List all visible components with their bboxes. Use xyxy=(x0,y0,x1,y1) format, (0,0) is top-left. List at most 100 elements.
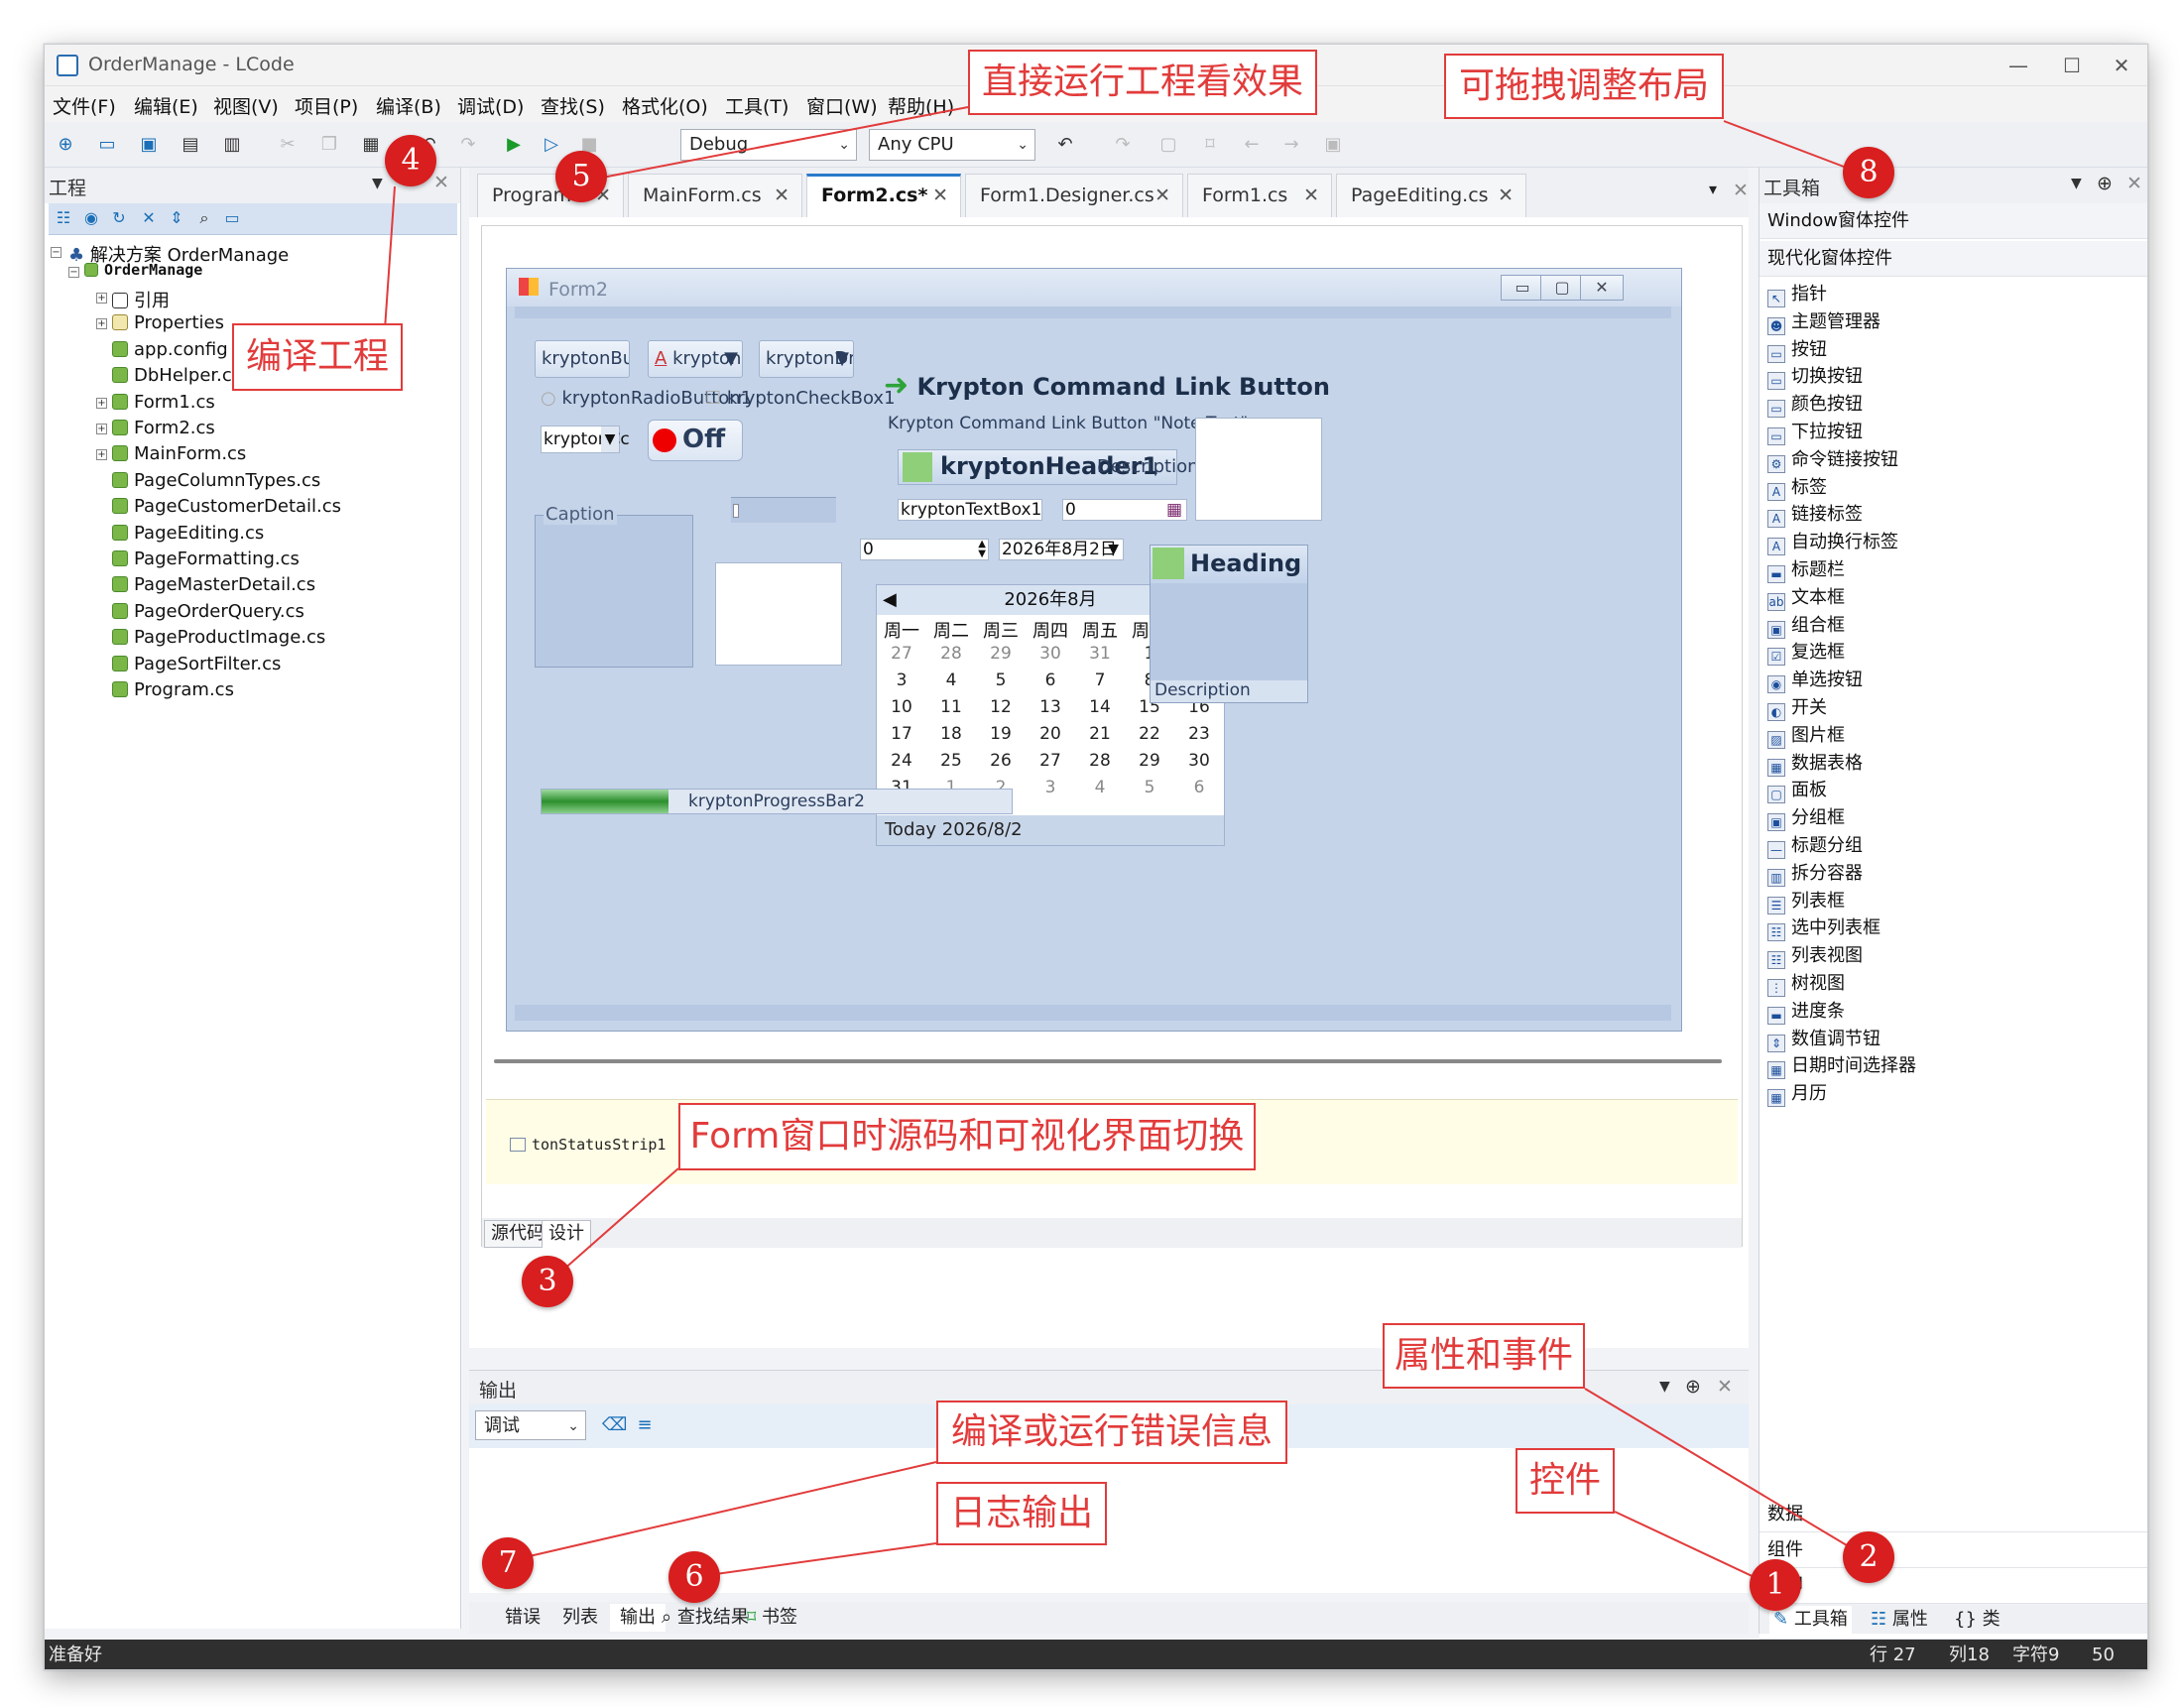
platform-dropdown[interactable]: Any CPU ⌄ xyxy=(869,129,1035,161)
tree-item[interactable]: PageCustomerDetail.cs xyxy=(112,496,341,522)
expand-toggle-icon[interactable]: + xyxy=(96,318,107,330)
navigate-back-icon[interactable]: ↶ xyxy=(1054,134,1076,156)
expand-icon[interactable]: ⇕ xyxy=(166,207,187,229)
calendar-day[interactable]: 29 xyxy=(976,641,1026,668)
calendar-day[interactable]: 26 xyxy=(976,748,1026,775)
comment-icon[interactable]: ▢ xyxy=(1157,134,1179,156)
close-icon[interactable]: ✕ xyxy=(1303,175,1319,216)
toolbox-item[interactable]: ▭ 颜色按钮 xyxy=(1767,391,1863,419)
toolbox-item[interactable]: ⇕ 数值调节钮 xyxy=(1767,1026,1881,1053)
tree-item[interactable]: PageProductImage.cs xyxy=(112,627,325,653)
save-icon[interactable]: ▤ xyxy=(180,134,201,156)
menu-tools[interactable]: 工具(T) xyxy=(725,92,789,119)
calendar-day[interactable]: 6 xyxy=(1174,775,1224,801)
tab-design[interactable]: 设计 xyxy=(542,1220,591,1248)
save-all-icon[interactable]: ▥ xyxy=(221,134,243,156)
debug-run-icon[interactable]: ▷ xyxy=(541,134,562,156)
calendar-day[interactable]: 4 xyxy=(1075,775,1125,801)
toolbox-item[interactable]: ◐ 开关 xyxy=(1767,694,1827,722)
calendar-day[interactable]: 14 xyxy=(1075,694,1125,721)
calendar-day[interactable]: 22 xyxy=(1125,721,1174,748)
krypton-header[interactable]: kryptonHeader1 Description xyxy=(898,449,1199,485)
paste-icon[interactable]: ▦ xyxy=(360,134,382,156)
prev-month-icon[interactable]: ◀ xyxy=(883,585,897,615)
form2-window[interactable]: Form2 ▭ ▢ ✕ kryptonButto... A krypton...… xyxy=(506,268,1682,1032)
run-icon[interactable]: ▶ xyxy=(503,134,525,156)
maximize-button[interactable]: ▢ xyxy=(1540,275,1584,301)
krypton-color-button[interactable]: A krypton...▼ xyxy=(648,340,743,378)
krypton-datetimepicker[interactable]: 2026年8月2日 ▼ xyxy=(999,539,1124,560)
calendar-day[interactable]: 5 xyxy=(1125,775,1174,801)
panel-menu-icon[interactable]: ▼ xyxy=(2071,176,2082,191)
show-all-icon[interactable]: ◉ xyxy=(80,207,102,229)
tree-item[interactable]: Program.cs xyxy=(112,679,234,705)
tree-item[interactable]: PageEditing.cs xyxy=(112,523,264,549)
toolbox-item[interactable]: ▨ 图片框 xyxy=(1767,722,1845,750)
menu-window[interactable]: 窗口(W) xyxy=(806,92,878,119)
open-project-icon[interactable]: ▣ xyxy=(138,134,160,156)
menu-build[interactable]: 编译(B) xyxy=(376,92,441,119)
close-icon[interactable]: ✕ xyxy=(1154,175,1170,216)
toolbox-item[interactable]: ☑ 复选框 xyxy=(1767,639,1845,667)
krypton-panel[interactable] xyxy=(715,562,842,666)
properties-icon[interactable]: ☷ xyxy=(53,207,74,229)
menu-find[interactable]: 查找(S) xyxy=(541,92,605,119)
calendar-day[interactable]: 3 xyxy=(877,668,926,694)
minimize-button[interactable]: — xyxy=(1991,49,2046,82)
toolbox-item[interactable]: ☷ 列表视图 xyxy=(1767,942,1863,970)
calendar-day[interactable]: 27 xyxy=(1026,748,1075,775)
toolbox-item[interactable]: ▦ 数据表格 xyxy=(1767,750,1863,778)
toolbox-item[interactable]: ▣ 分组框 xyxy=(1767,804,1845,832)
krypton-group-box[interactable]: Caption xyxy=(535,504,693,668)
krypton-richtextbox[interactable] xyxy=(1195,418,1322,521)
output-source-dropdown[interactable]: 调试 ⌄ xyxy=(475,1410,586,1440)
calendar-day[interactable]: 24 xyxy=(877,748,926,775)
toolbox-item[interactable]: ▥ 拆分容器 xyxy=(1767,860,1863,888)
tree-item[interactable]: DbHelper.cs xyxy=(112,365,241,391)
tab-errors[interactable]: 错误 xyxy=(505,1604,541,1632)
tab-bookmarks[interactable]: ⌑ 书签 xyxy=(747,1604,797,1632)
krypton-header-group[interactable]: Heading Description xyxy=(1150,545,1308,703)
collapse-toggle-icon[interactable]: − xyxy=(68,267,79,278)
toolbox-item[interactable]: ▦ 日期时间选择器 xyxy=(1767,1052,1916,1080)
toolbox-item[interactable]: ▢ 面板 xyxy=(1767,777,1827,804)
tree-item[interactable]: Form2.cs xyxy=(112,418,215,443)
calendar-day[interactable]: 3 xyxy=(1026,775,1075,801)
splitter-bar[interactable] xyxy=(494,1059,1722,1063)
calendar-day[interactable]: 27 xyxy=(877,641,926,668)
calendar-day[interactable]: 11 xyxy=(926,694,976,721)
calendar-day[interactable]: 18 xyxy=(926,721,976,748)
toolbox-item[interactable]: ▦ 月历 xyxy=(1767,1080,1827,1108)
toolbox-item[interactable]: A 标签 xyxy=(1767,474,1827,502)
menu-debug[interactable]: 调试(D) xyxy=(457,92,524,119)
refresh-icon[interactable]: ↻ xyxy=(108,207,130,229)
clear-output-icon[interactable]: ⌫ xyxy=(602,1414,627,1436)
krypton-checkbox[interactable]: ☐ kryptonCheckBox1 xyxy=(705,388,896,409)
krypton-combobox[interactable]: kryptonCc ▼ xyxy=(541,426,630,453)
calendar-day[interactable]: 17 xyxy=(877,721,926,748)
menu-format[interactable]: 格式化(O) xyxy=(622,92,708,119)
calendar-day[interactable]: 13 xyxy=(1026,694,1075,721)
calendar-day[interactable]: 28 xyxy=(1075,748,1125,775)
tab-list-icon[interactable]: ▾ xyxy=(1709,180,1717,198)
menu-help[interactable]: 帮助(H) xyxy=(888,92,954,119)
tab-form2[interactable]: Form2.cs* ✕ xyxy=(806,174,961,217)
calendar-day[interactable]: 29 xyxy=(1125,748,1174,775)
tab-form1-designer[interactable]: Form1.Designer.cs ✕ xyxy=(965,174,1183,217)
toolbox-item[interactable]: ▬ 进度条 xyxy=(1767,998,1845,1026)
expand-toggle-icon[interactable]: + xyxy=(96,424,107,434)
spinner-icon[interactable]: ▲ ▼ xyxy=(978,540,986,559)
calendar-day[interactable]: 21 xyxy=(1075,721,1125,748)
tab-find-results[interactable]: ⌕ 查找结果 xyxy=(662,1604,749,1632)
menu-edit[interactable]: 编辑(E) xyxy=(134,92,198,119)
expand-toggle-icon[interactable]: + xyxy=(96,293,107,304)
bookmark-icon[interactable]: ⌑ xyxy=(1199,134,1221,156)
close-button[interactable]: ✕ xyxy=(1580,275,1624,301)
toolbox-item[interactable]: ◉ 单选按钮 xyxy=(1767,667,1863,694)
calendar-day[interactable]: 28 xyxy=(926,641,976,668)
copy-icon[interactable]: ❐ xyxy=(318,134,340,156)
toolbox-item[interactable]: ▣ 组合框 xyxy=(1767,612,1845,640)
close-icon[interactable]: ✕ xyxy=(1733,180,1749,201)
close-icon[interactable]: ✕ xyxy=(2126,173,2142,194)
tree-item[interactable]: 引用 xyxy=(112,287,170,312)
